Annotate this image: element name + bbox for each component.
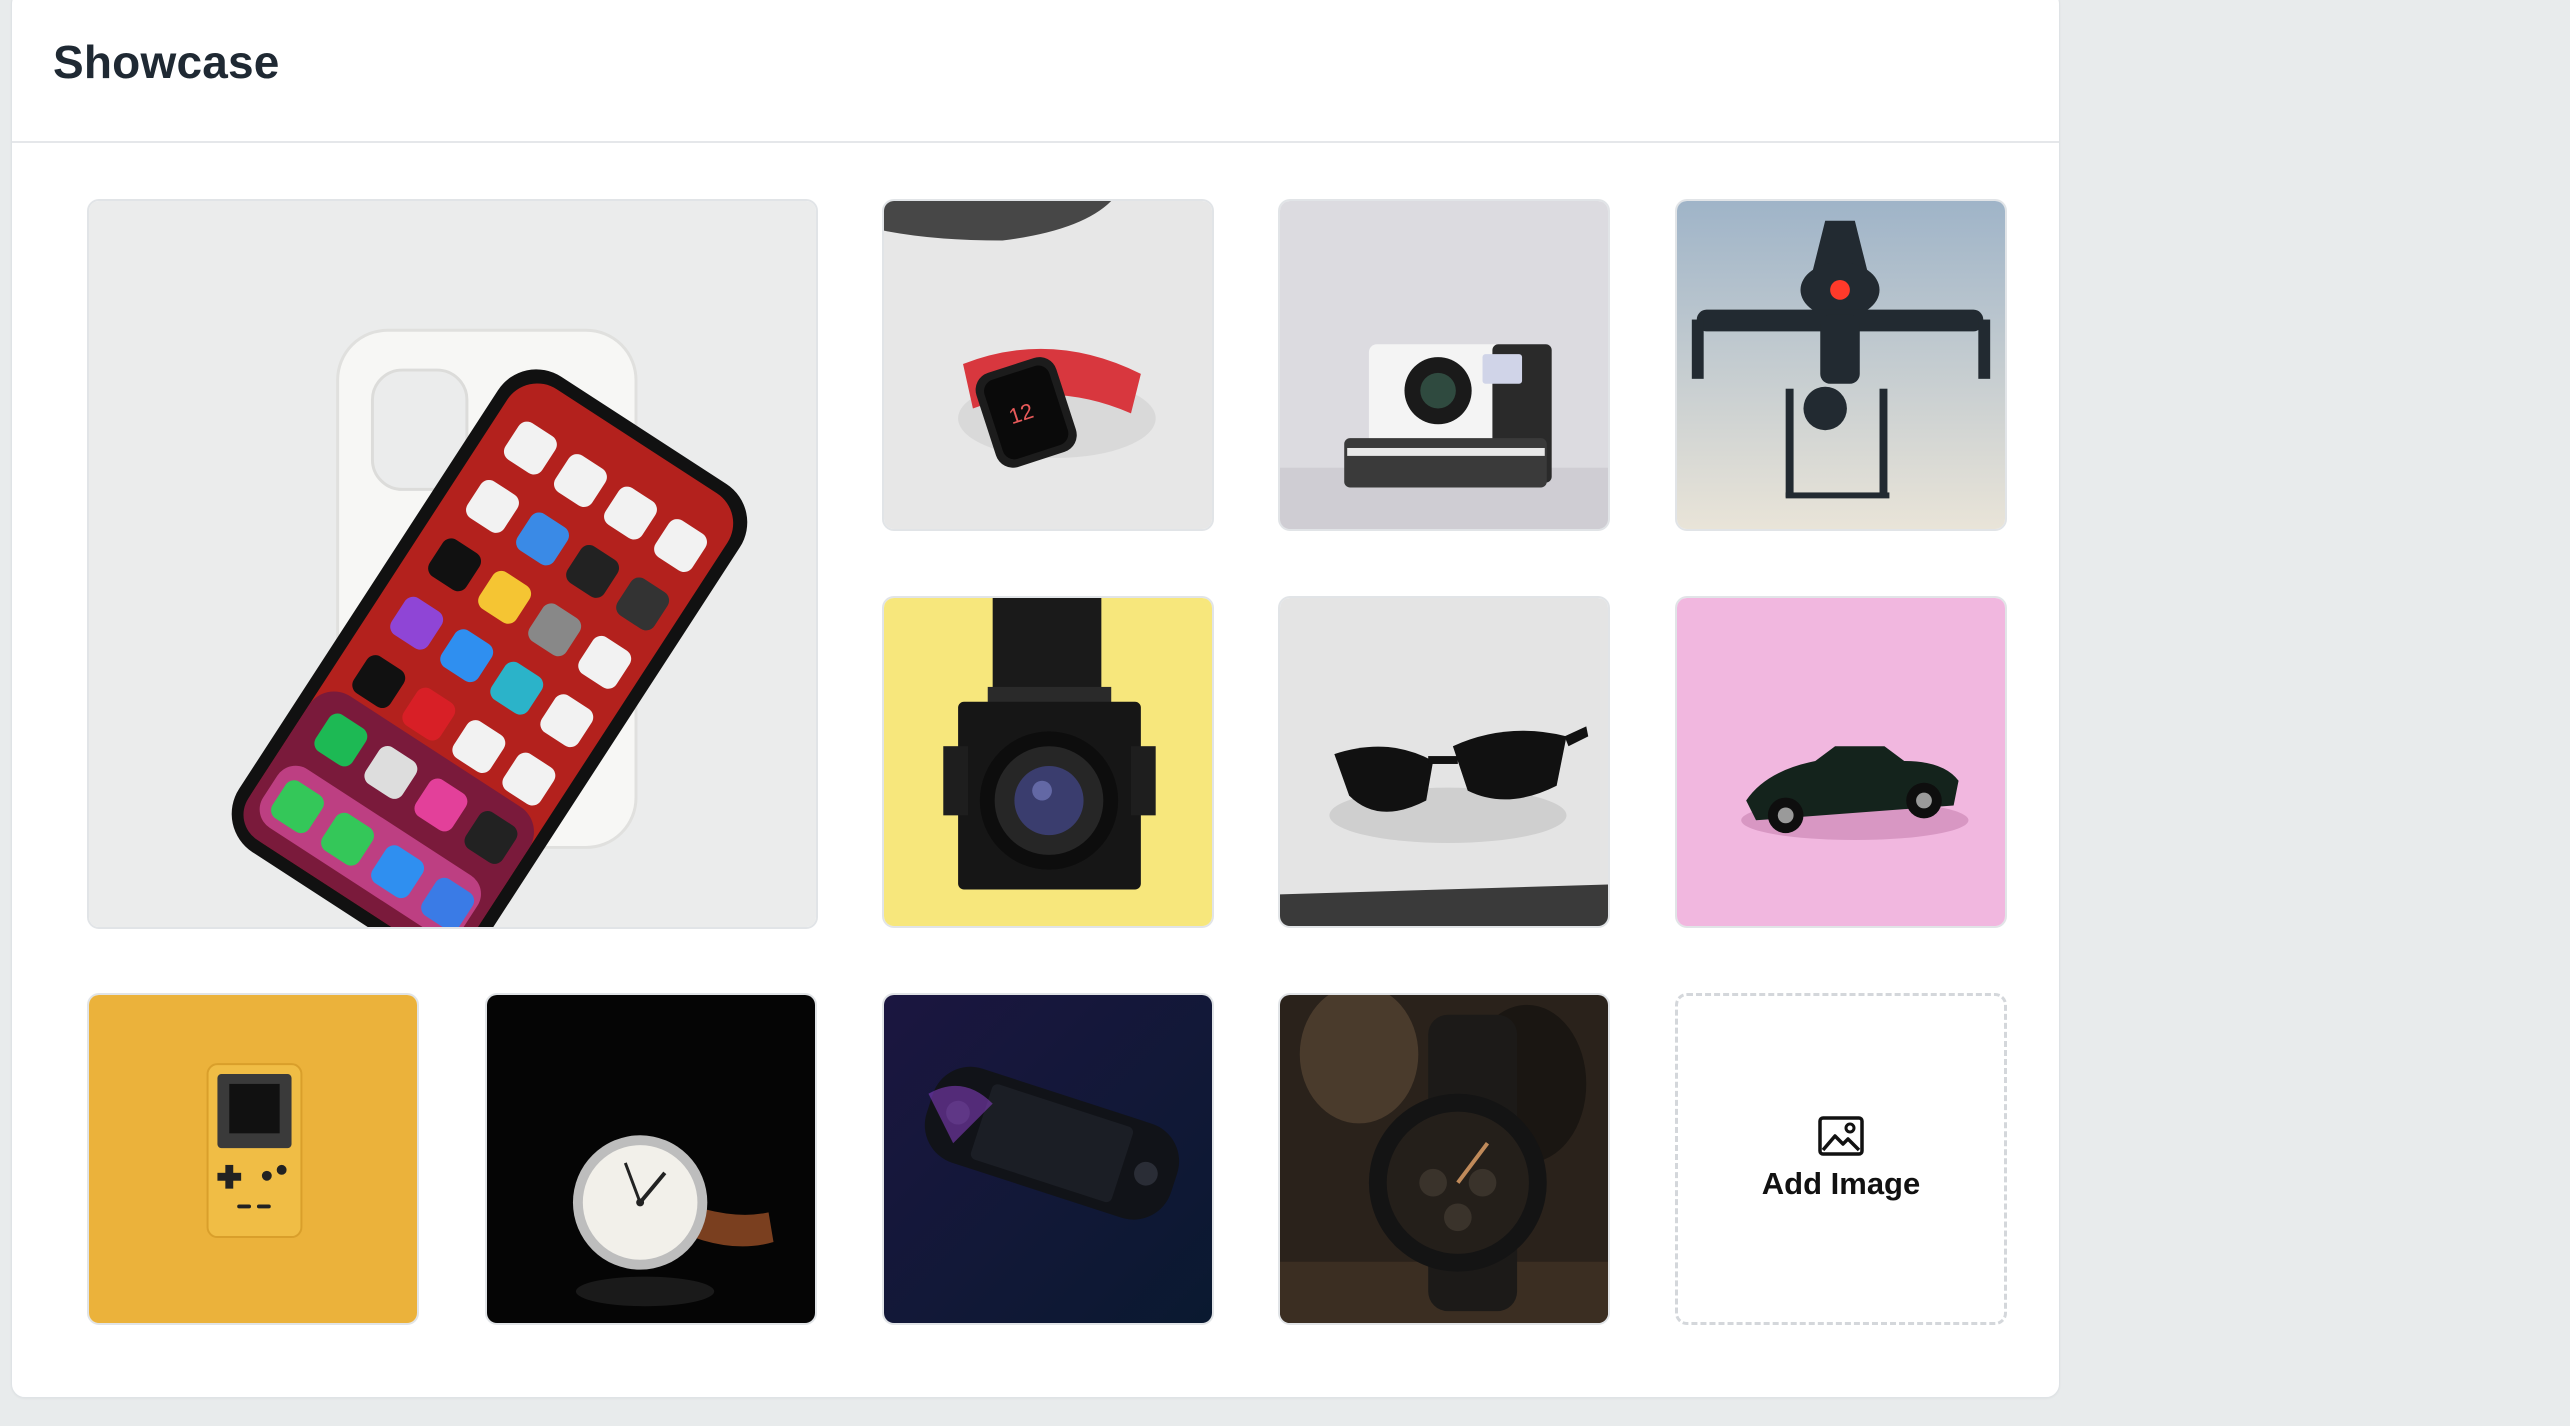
wristwatch-photo [487, 995, 815, 1323]
instant-camera-photo [1280, 201, 1608, 529]
gallery-image-toy-car[interactable] [1675, 596, 2007, 928]
card-header: Showcase [12, 0, 2059, 143]
add-image-button[interactable]: Add Image [1675, 993, 2007, 1325]
gallery-image-smartphone[interactable] [87, 199, 818, 929]
smartphone-photo [89, 201, 816, 927]
add-image-label: Add Image [1761, 1166, 1921, 1201]
smartwatch-photo: 12 [884, 201, 1212, 529]
sunglasses-photo [1280, 598, 1608, 926]
gallery-image-handheld-console[interactable] [87, 993, 419, 1325]
medium-format-camera-photo [884, 598, 1212, 926]
gallery-image-chronograph-watch[interactable] [1278, 993, 1610, 1325]
portable-gaming-pc-photo [884, 995, 1212, 1323]
gallery-image-wristwatch[interactable] [485, 993, 817, 1325]
gallery-image-drone[interactable] [1675, 199, 2007, 531]
gallery-image-sunglasses[interactable] [1278, 596, 1610, 928]
image-icon [1818, 1116, 1864, 1156]
handheld-console-photo [89, 995, 417, 1323]
gallery-image-medium-format-camera[interactable] [882, 596, 1214, 928]
gallery-image-instant-camera[interactable] [1278, 199, 1610, 531]
chronograph-watch-photo [1280, 995, 1608, 1323]
page-title: Showcase [53, 36, 280, 88]
gallery-image-smartwatch[interactable]: 12 [882, 199, 1214, 531]
showcase-card: Showcase 12 Add Image [11, 0, 2060, 1398]
gallery-image-portable-gaming-pc[interactable] [882, 993, 1214, 1325]
toy-car-photo [1677, 598, 2005, 926]
drone-photo [1677, 201, 2005, 529]
